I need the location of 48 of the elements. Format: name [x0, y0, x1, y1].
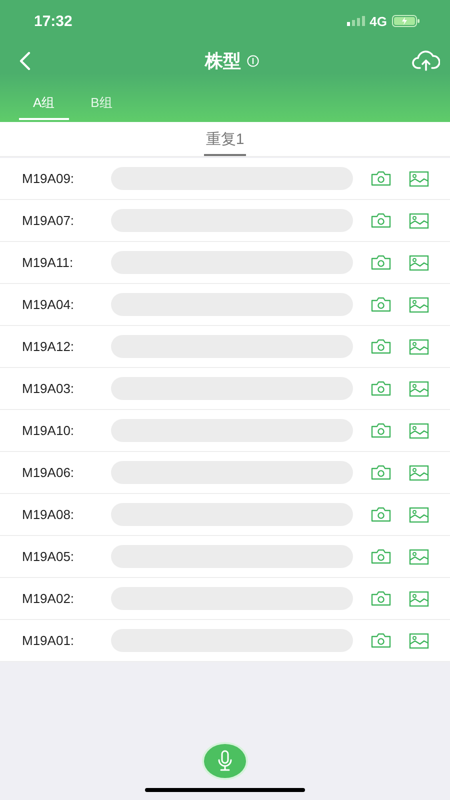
status-time: 17:32 — [34, 12, 72, 30]
image-icon[interactable] — [409, 338, 429, 354]
camera-icon[interactable] — [371, 255, 391, 270]
plant-label: M19A09: — [22, 171, 76, 186]
image-icon[interactable] — [409, 170, 429, 186]
microphone-button[interactable] — [202, 742, 248, 780]
image-icon[interactable] — [409, 380, 429, 396]
image-icon[interactable] — [409, 212, 429, 228]
battery-icon — [392, 15, 420, 27]
plant-label: M19A06: — [22, 465, 76, 480]
camera-icon[interactable] — [371, 213, 391, 228]
plant-label: M19A07: — [22, 213, 76, 228]
page-title: 株型 — [205, 50, 241, 73]
group-tab[interactable]: A组 — [19, 90, 69, 120]
image-icon[interactable] — [409, 632, 429, 648]
plant-label: M19A01: — [22, 633, 76, 648]
camera-icon[interactable] — [371, 591, 391, 606]
image-icon[interactable] — [409, 254, 429, 270]
image-icon[interactable] — [409, 464, 429, 480]
camera-icon[interactable] — [371, 381, 391, 396]
group-tab[interactable]: B组 — [76, 90, 126, 120]
image-icon[interactable] — [409, 296, 429, 312]
camera-icon[interactable] — [371, 465, 391, 480]
plant-label: M19A04: — [22, 297, 76, 312]
signal-icon — [346, 16, 365, 26]
camera-icon[interactable] — [371, 507, 391, 522]
cloud-upload-button[interactable] — [410, 48, 442, 74]
camera-icon[interactable] — [371, 423, 391, 438]
plant-label: M19A10: — [22, 423, 76, 438]
network-label: 4G — [370, 14, 387, 28]
info-icon[interactable] — [247, 55, 259, 67]
image-icon[interactable] — [409, 422, 429, 438]
plant-label: M19A02: — [22, 591, 76, 606]
image-icon[interactable] — [409, 506, 429, 522]
camera-icon[interactable] — [371, 549, 391, 564]
camera-icon[interactable] — [371, 339, 391, 354]
image-icon[interactable] — [409, 548, 429, 564]
plant-label: M19A11: — [22, 255, 74, 270]
camera-icon[interactable] — [371, 171, 391, 186]
plant-label: M19A12: — [22, 339, 76, 354]
microphone-icon — [217, 750, 233, 772]
plant-label: M19A08: — [22, 507, 76, 522]
image-icon[interactable] — [409, 590, 429, 606]
plant-label: M19A05: — [22, 549, 76, 564]
camera-icon[interactable] — [371, 633, 391, 648]
plant-label: M19A03: — [22, 381, 76, 396]
camera-icon[interactable] — [371, 297, 391, 312]
repeat-tab[interactable]: 重复1 — [204, 122, 246, 156]
